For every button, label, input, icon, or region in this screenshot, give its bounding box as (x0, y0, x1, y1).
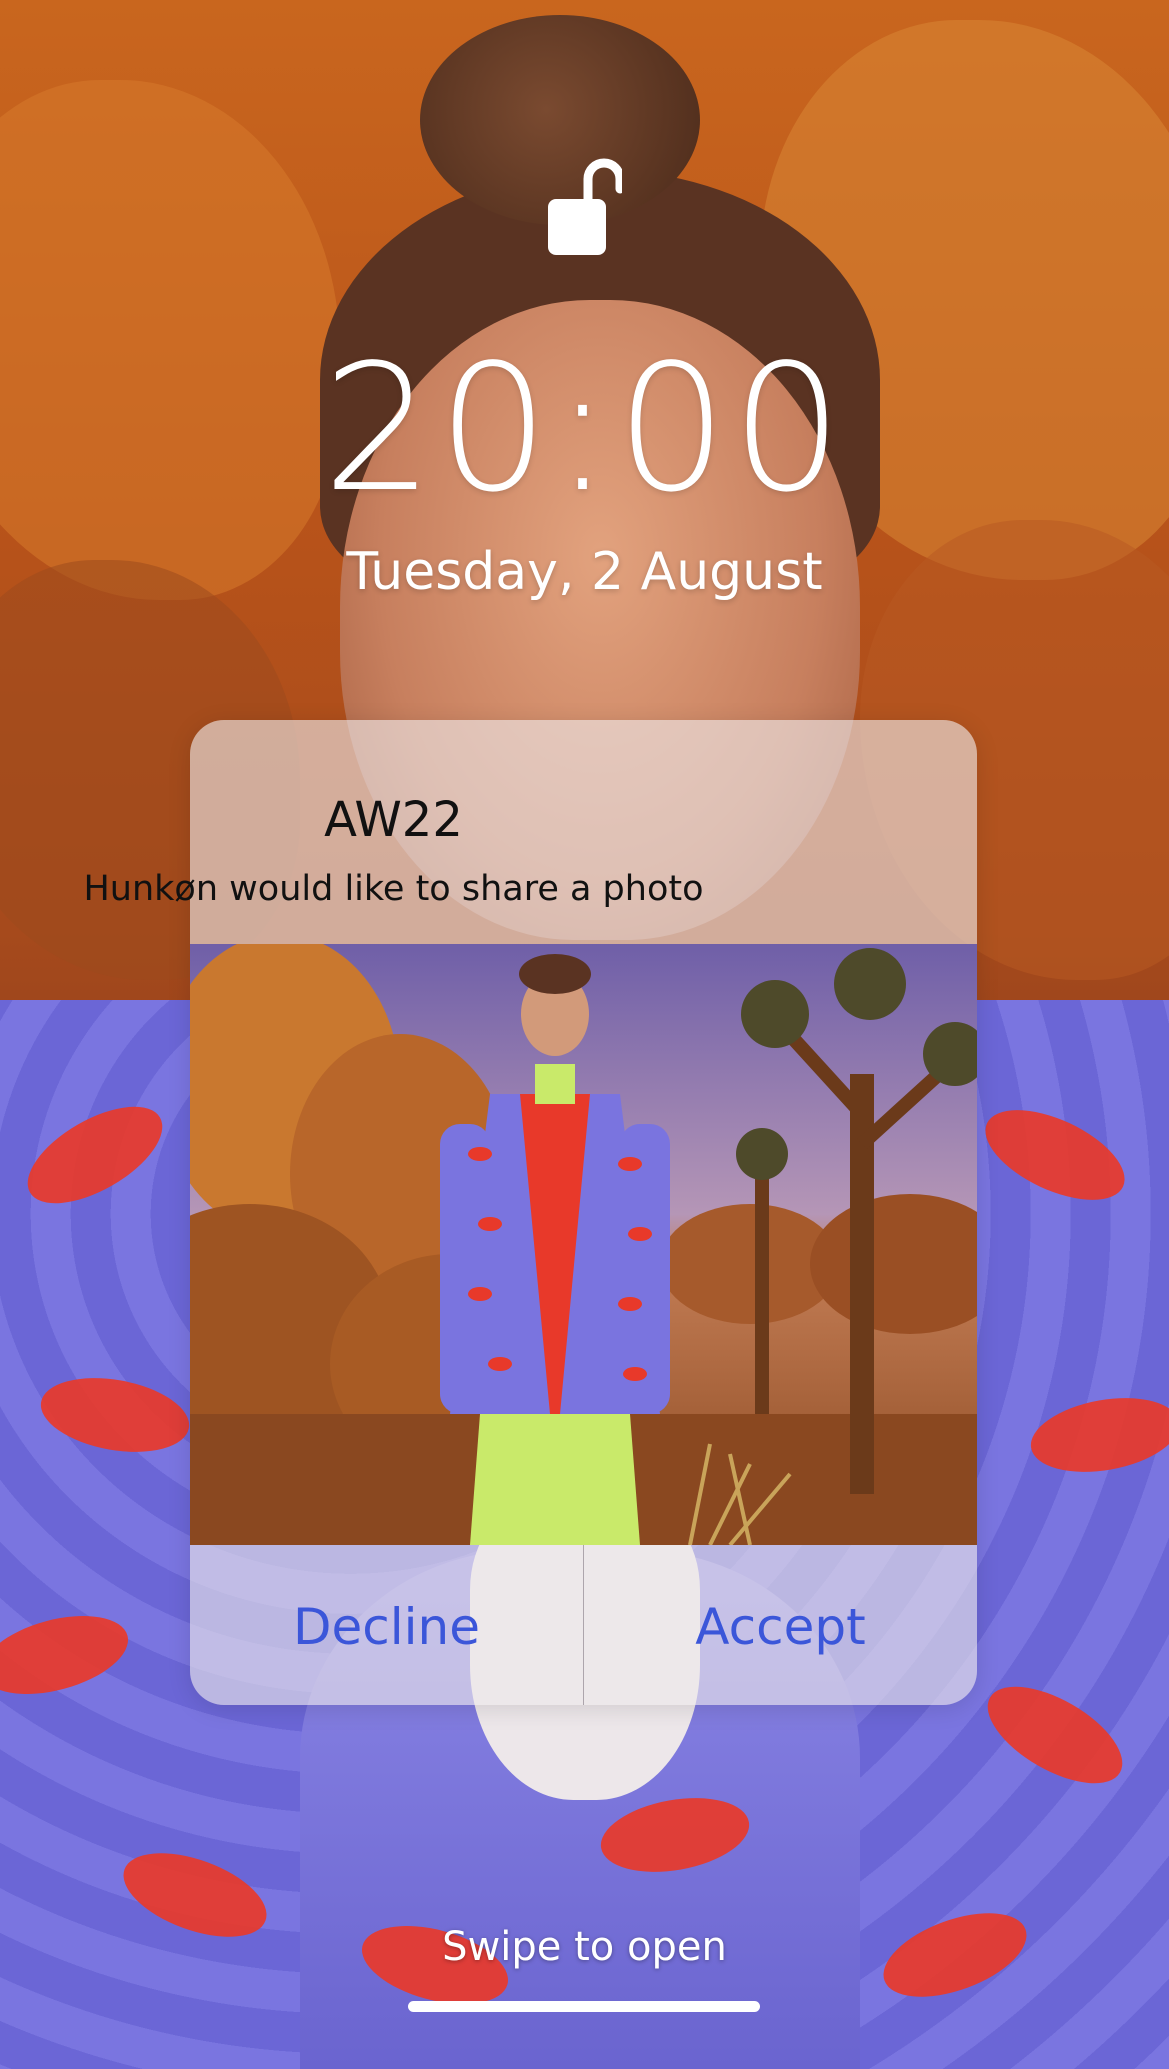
shared-photo-preview (190, 944, 977, 1545)
home-indicator-bar[interactable] (408, 2001, 760, 2012)
swipe-to-open-hint: Swipe to open (442, 1924, 727, 1970)
accept-button[interactable]: Accept (584, 1545, 977, 1705)
notification-title: AW22 (324, 792, 463, 848)
decline-button[interactable]: Decline (190, 1545, 583, 1705)
lock-screen-time: 20:00 (322, 328, 847, 531)
notification-message: Hunkøn would like to share a photo (83, 869, 704, 909)
unlocked-padlock-icon (548, 158, 622, 255)
lock-screen-date: Tuesday, 2 August (346, 542, 823, 602)
